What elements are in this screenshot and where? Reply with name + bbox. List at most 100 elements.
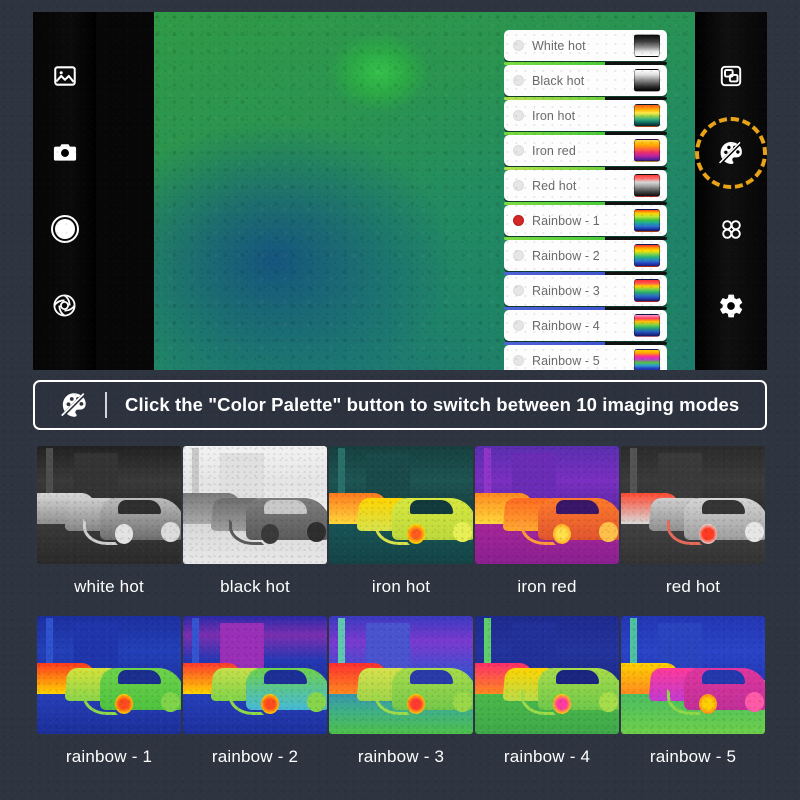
palette-example-rainbow-4[interactable]: rainbow - 4	[475, 616, 619, 767]
palette-swatch-white-hot	[634, 34, 660, 57]
palette-option-label: Rainbow - 2	[532, 248, 600, 263]
radio-rainbow-5[interactable]	[513, 355, 524, 366]
device-screen: White hot Black hot Iron hot Iron red Re…	[33, 12, 767, 370]
shutter-dot	[54, 219, 75, 240]
thumbnail-image[interactable]	[329, 616, 473, 734]
palette-option-label: Rainbow - 1	[532, 213, 600, 228]
radio-black-hot[interactable]	[513, 75, 524, 86]
gallery-icon[interactable]	[48, 59, 82, 93]
radio-rainbow-4[interactable]	[513, 320, 524, 331]
gear-icon[interactable]	[714, 289, 748, 323]
thumbnail-caption: rainbow - 4	[503, 747, 591, 766]
left-toolbar	[33, 12, 96, 370]
thumbnail-grain	[475, 446, 619, 564]
thumbnail-image[interactable]	[37, 446, 181, 564]
color-palette-menu[interactable]: White hot Black hot Iron hot Iron red Re…	[504, 30, 667, 370]
aperture-icon[interactable]	[48, 289, 82, 323]
color-palette-icon	[57, 388, 91, 422]
palette-swatch-rainbow-4	[634, 314, 660, 337]
radio-red-hot[interactable]	[513, 180, 524, 191]
radio-iron-hot[interactable]	[513, 110, 524, 121]
palette-option-label: Black hot	[532, 73, 585, 88]
thumbnail-caption: iron hot	[371, 577, 431, 596]
palette-option-rainbow-5[interactable]: Rainbow - 5	[504, 345, 667, 370]
shutter-ring	[50, 215, 79, 244]
color-palette-icon[interactable]	[695, 116, 767, 189]
palette-example-rainbow-2[interactable]: rainbow - 2	[183, 616, 327, 767]
palette-option-rainbow-2[interactable]: Rainbow - 2	[504, 240, 667, 275]
instruction-banner: Click the "Color Palette" button to swit…	[33, 380, 767, 430]
palette-example-iron-red[interactable]: iron red	[475, 446, 619, 597]
palette-option-rainbow-1[interactable]: Rainbow - 1	[504, 205, 667, 240]
palette-swatch-rainbow-5	[634, 349, 660, 370]
thumbnail-grain	[183, 616, 327, 734]
palette-option-black-hot[interactable]: Black hot	[504, 65, 667, 100]
thumbnail-image[interactable]	[183, 616, 327, 734]
palette-option-iron-hot[interactable]: Iron hot	[504, 100, 667, 135]
palette-option-iron-red[interactable]: Iron red	[504, 135, 667, 170]
four-circles-grid-icon[interactable]	[714, 212, 748, 246]
palette-option-white-hot[interactable]: White hot	[504, 30, 667, 65]
thumbnail-grain	[183, 446, 327, 564]
viewfinder-left-letterbox	[96, 12, 154, 370]
palette-examples-row-1: white hot black hot iron hot iron red re…	[37, 446, 765, 597]
radio-rainbow-2[interactable]	[513, 250, 524, 261]
thumbnail-image[interactable]	[329, 446, 473, 564]
thumbnail-grain	[37, 446, 181, 564]
palette-option-label: Rainbow - 5	[532, 353, 600, 368]
palette-example-white-hot[interactable]: white hot	[37, 446, 181, 597]
banner-text: Click the "Color Palette" button to swit…	[125, 394, 740, 415]
thumbnail-caption: rainbow - 5	[649, 747, 737, 766]
palette-option-label: Red hot	[532, 178, 577, 193]
palette-option-label: Rainbow - 3	[532, 283, 600, 298]
thumbnail-grain	[37, 616, 181, 734]
thumbnail-caption: black hot	[220, 577, 290, 596]
thumbnail-grain	[621, 616, 765, 734]
palette-example-rainbow-5[interactable]: rainbow - 5	[621, 616, 765, 767]
palette-swatch-red-hot	[634, 174, 660, 197]
banner-divider	[105, 392, 107, 418]
palette-swatch-iron-hot	[634, 104, 660, 127]
palette-option-rainbow-3[interactable]: Rainbow - 3	[504, 275, 667, 310]
palette-option-red-hot[interactable]: Red hot	[504, 170, 667, 205]
camera-icon[interactable]	[48, 136, 82, 170]
palette-swatch-black-hot	[634, 69, 660, 92]
thumbnail-caption: rainbow - 2	[211, 747, 299, 766]
palette-swatch-rainbow-3	[634, 279, 660, 302]
palette-examples-row-2: rainbow - 1 rainbow - 2 rainbow - 3 rain…	[37, 616, 765, 767]
thumbnail-image[interactable]	[475, 446, 619, 564]
thumbnail-image[interactable]	[475, 616, 619, 734]
palette-example-rainbow-3[interactable]: rainbow - 3	[329, 616, 473, 767]
palette-example-red-hot[interactable]: red hot	[621, 446, 765, 597]
palette-option-label: Iron red	[532, 143, 576, 158]
thumbnail-grain	[329, 446, 473, 564]
radio-rainbow-1[interactable]	[513, 215, 524, 226]
radio-rainbow-3[interactable]	[513, 285, 524, 296]
thumbnail-image[interactable]	[621, 446, 765, 564]
palette-example-iron-hot[interactable]: iron hot	[329, 446, 473, 597]
palette-example-rainbow-1[interactable]: rainbow - 1	[37, 616, 181, 767]
shutter-button[interactable]	[48, 212, 82, 246]
thumbnail-grain	[329, 616, 473, 734]
radio-white-hot[interactable]	[513, 40, 524, 51]
palette-swatch-rainbow-2	[634, 244, 660, 267]
palette-option-label: White hot	[532, 38, 586, 53]
thumbnail-image[interactable]	[183, 446, 327, 564]
thumbnail-caption: white hot	[74, 577, 144, 596]
thumbnail-caption: rainbow - 1	[65, 747, 153, 766]
palette-swatch-iron-red	[634, 139, 660, 162]
palette-example-black-hot[interactable]: black hot	[183, 446, 327, 597]
palette-option-rainbow-4[interactable]: Rainbow - 4	[504, 310, 667, 345]
thumbnail-grain	[475, 616, 619, 734]
radio-iron-red[interactable]	[513, 145, 524, 156]
picture-in-picture-icon[interactable]	[714, 59, 748, 93]
thumbnail-caption: iron red	[517, 577, 577, 596]
palette-swatch-rainbow-1	[634, 209, 660, 232]
thumbnail-image[interactable]	[37, 616, 181, 734]
thumbnail-image[interactable]	[621, 616, 765, 734]
thumbnail-grain	[621, 446, 765, 564]
palette-option-label: Iron hot	[532, 108, 576, 123]
thumbnail-caption: rainbow - 3	[357, 747, 445, 766]
palette-option-label: Rainbow - 4	[532, 318, 600, 333]
thumbnail-caption: red hot	[665, 577, 721, 596]
